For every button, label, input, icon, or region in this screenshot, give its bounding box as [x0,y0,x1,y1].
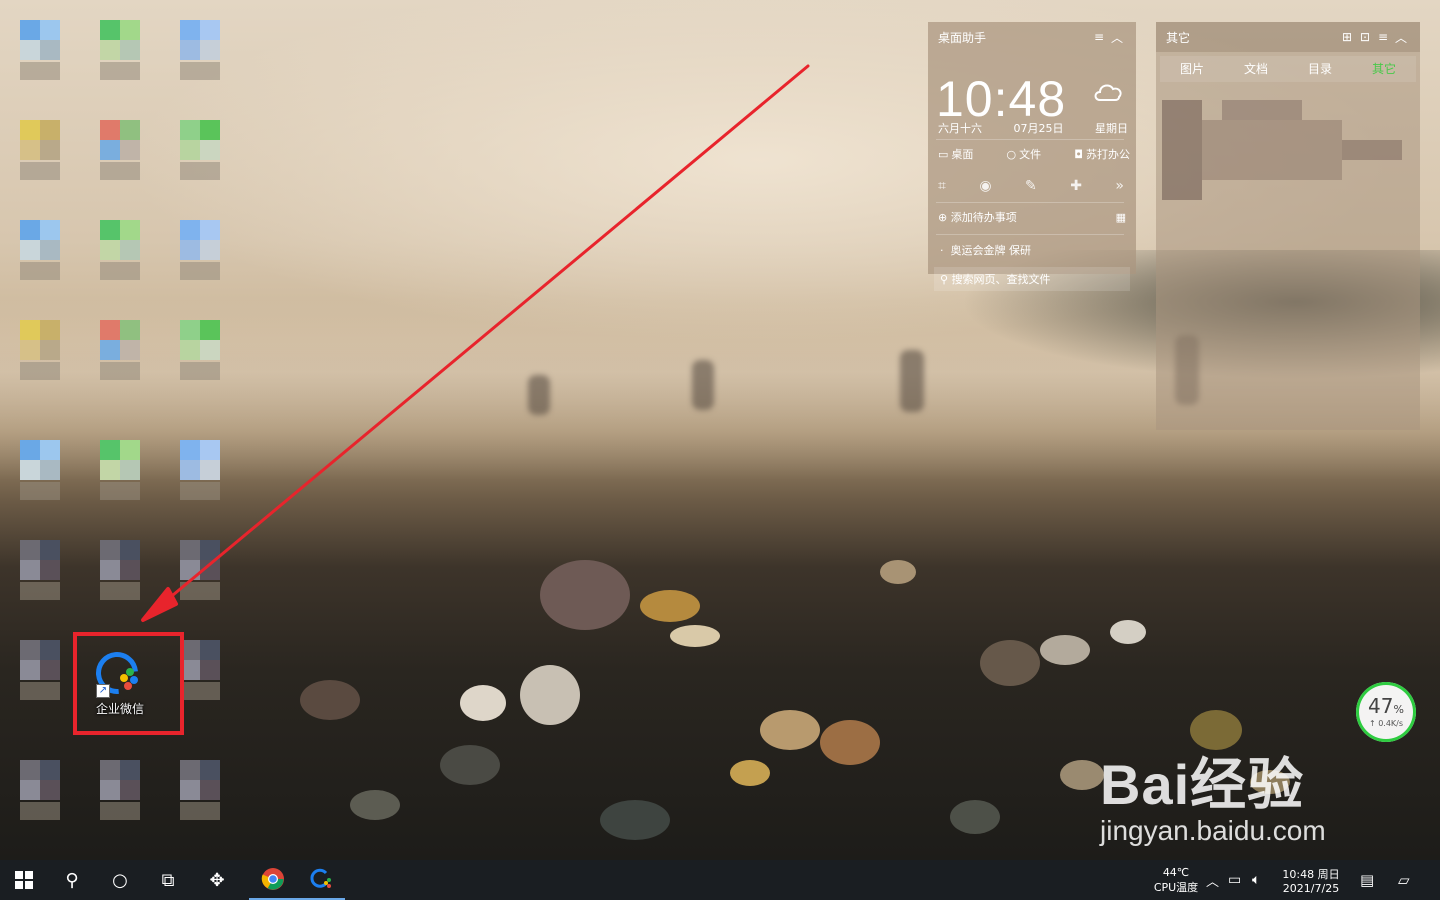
memory-percent: 47% [1368,694,1404,718]
todo-row[interactable]: ⊕ 添加待办事项 ▦ [938,209,1126,225]
news-item[interactable]: · 奥运会金牌 保研 [940,242,1031,258]
lunar-date: 六月十六 [938,122,982,135]
quick-links: ▭ 桌面 ○ 文件 ◘ 苏打办公 [938,146,1130,162]
add-todo-label: 添加待办事项 [950,211,1017,224]
eye-icon[interactable]: ◉ [979,178,991,194]
tab-other[interactable]: 其它 [1352,56,1416,82]
wecom-taskbar-button[interactable] [297,860,345,900]
grid-icon[interactable]: ⊞ [1338,30,1356,44]
windows-logo-icon [15,871,33,889]
chrome-taskbar-button[interactable] [249,860,297,900]
date-row: 六月十六 07月25日 星期日 [938,120,1128,136]
plugin-icon[interactable]: ✚ [1070,178,1082,194]
search-button[interactable]: ⚲ [48,860,96,900]
search-icon: ○ [1006,148,1017,161]
notes-icon: ▤ [1360,871,1375,889]
quick-link-desktop[interactable]: ▭ 桌面 [938,146,973,162]
notes-tray-button[interactable]: ▤ [1360,860,1374,900]
cpu-temp-value: 44℃ [1162,865,1190,879]
network-icon: ▭ [1228,872,1242,888]
expand-icon[interactable]: » [1115,178,1124,194]
cortana-button[interactable]: ○ [96,860,144,900]
divider [936,234,1124,235]
clock-time-text: 10:48 周日 [1282,867,1340,881]
monitor-icon: ▭ [938,148,949,161]
volume-tray-button[interactable]: 🔈︎ [1252,860,1260,900]
tab-directory[interactable]: 目录 [1288,56,1352,82]
wecom-icon [310,868,331,888]
note-icon[interactable]: ✎ [1025,178,1037,194]
widget-blurred-content [1162,100,1412,200]
chevron-up-icon: ︿ [1206,874,1220,890]
calendar-date: 07月25日 [1013,122,1064,135]
taskbar-clock[interactable]: 10:48 周日 2021/7/25 [1278,860,1344,900]
network-tray-button[interactable]: ▭ [1228,860,1241,900]
quick-link-files[interactable]: ○ 文件 [1007,146,1042,162]
search-icon: ⚲ [65,869,79,891]
tray-overflow-button[interactable]: ︿ [1206,860,1219,900]
menu-icon[interactable]: ≡ [1090,30,1108,44]
network-speed-meter[interactable]: 47% ↑ 0.4K/s [1356,682,1416,742]
assistant-widget-title: 桌面助手 [938,30,987,45]
news-text: 奥运会金牌 保研 [950,244,1032,257]
speaker-icon: 🔈︎ [1252,872,1261,888]
crop-icon[interactable]: ⌗ [938,178,946,194]
lock-icon[interactable]: ⊡ [1356,30,1374,44]
task-view-icon: ⧉ [161,869,175,891]
clock-date-text: 2021/7/25 [1282,881,1340,895]
cloud-icon [1094,84,1122,101]
task-view-button[interactable]: ⧉ [144,860,192,900]
add-icon: ⊕ [938,211,948,224]
collapse-icon[interactable]: ︿ [1108,29,1126,46]
pinwheel-icon: ✥ [209,869,225,891]
office-icon: ◘ [1074,148,1083,161]
watermark-brand: Bai经验 [1100,753,1305,816]
other-widget-title: 其它 [1166,30,1191,45]
circle-icon: ○ [112,869,128,891]
weekday: 星期日 [1095,122,1128,135]
divider [936,202,1124,203]
tab-pictures[interactable]: 图片 [1160,56,1224,82]
assistant-widget-header: 桌面助手 ≡ ︿ [928,22,1136,52]
quick-link-office[interactable]: ◘ 苏打办公 [1074,146,1130,162]
search-icon: ⚲ [940,272,949,286]
start-button[interactable] [0,860,48,900]
cpu-temp-label: CPU温度 [1153,880,1199,894]
baidu-jingyan-watermark: Bai经验 jingyan.baidu.com [1100,740,1326,847]
assistant-search-box[interactable]: ⚲ 搜索网页、查找文件 [934,267,1130,291]
desktop-assistant-widget: 桌面助手 ≡ ︿ 10:48 六月十六 07月25日 星期日 ▭ 桌面 ○ 文件 ◘… [928,22,1136,291]
action-center-button[interactable]: ▱ [1398,860,1410,900]
divider [936,139,1124,140]
bullet-icon: · [940,244,944,257]
collapse-icon[interactable]: ︿ [1392,29,1410,46]
other-widget-header: 其它 ⊞ ⊡ ≡ ︿ [1156,22,1420,52]
search-placeholder: 搜索网页、查找文件 [951,273,1051,286]
watermark-url: jingyan.baidu.com [1100,815,1326,846]
notification-icon: ▱ [1398,871,1410,889]
tool-row: ⌗ ◉ ✎ ✚ » [938,178,1124,194]
tab-documents[interactable]: 文档 [1224,56,1288,82]
qr-code-icon[interactable]: ▦ [1116,211,1126,224]
pinwheel-app-button[interactable]: ✥ [193,860,241,900]
other-widget-tabs: 图片 文档 目录 其它 [1160,56,1416,82]
other-widget: 其它 ⊞ ⊡ ≡ ︿ 图片 文档 目录 其它 [1156,22,1420,430]
cpu-temperature[interactable]: 44℃ CPU温度 [1150,860,1202,900]
taskbar: ⚲ ○ ⧉ ✥ 44℃ CPU温度 ︿ ▭ 🔈︎ 10:48 周日 2021/7… [0,860,1440,900]
chrome-icon [261,868,284,890]
menu-icon[interactable]: ≡ [1374,30,1392,44]
network-speed: ↑ 0.4K/s [1368,719,1404,728]
